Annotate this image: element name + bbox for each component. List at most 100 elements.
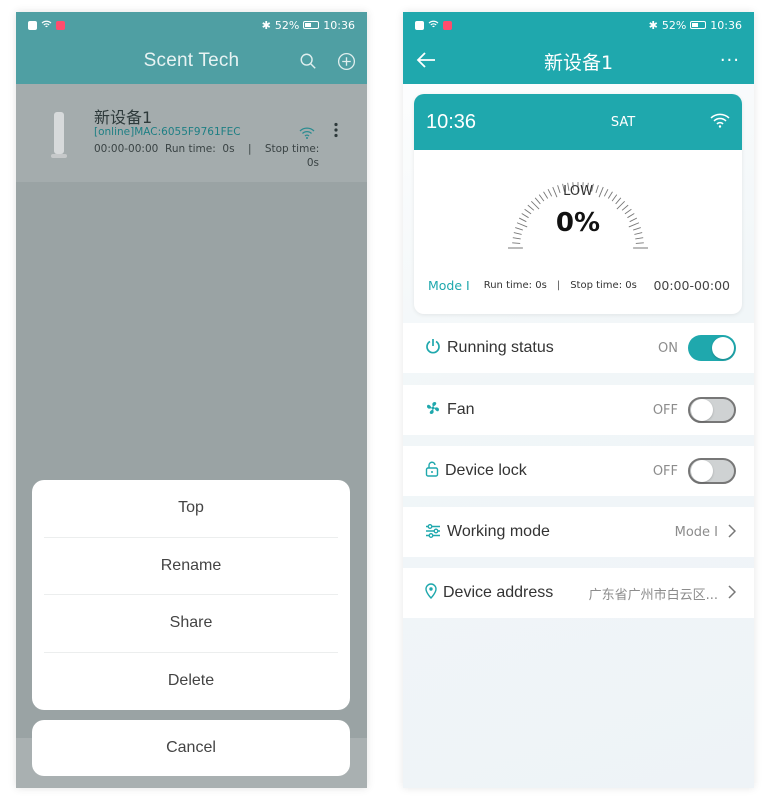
run-stop-separator: | [556, 280, 561, 291]
status-icons-right: ✱ 52% 10:36 [262, 19, 355, 32]
stop-time-label: Stop time: [264, 143, 320, 155]
battery-percent: 52% [274, 18, 300, 32]
bluetooth-icon: ✱ [261, 18, 271, 32]
toggle-knob [691, 399, 713, 421]
device-list-item[interactable]: 新设备1 [online]MAC:6055F9761FEC 00:00-00:0… [16, 84, 367, 182]
chevron-right-icon [728, 523, 737, 542]
left-phone-screen: ✱ 52% 10:36 Scent Tech 新设备1 [online]MAC:… [16, 12, 367, 788]
battery-icon [303, 21, 320, 29]
working-mode-current: Mode I [674, 524, 718, 540]
device-address-text: 广东省广州市白云区... [588, 587, 718, 603]
cancel-button[interactable]: Cancel [32, 720, 350, 776]
device-lock-row: Device lock OFF [403, 446, 754, 496]
running-status-value: ON [658, 335, 736, 361]
working-mode-label: Working mode [447, 523, 550, 540]
gauge-percent: 0% [555, 208, 601, 238]
sliders-icon [425, 523, 441, 542]
clock-day: SAT [610, 114, 636, 130]
action-sheet: Top Rename Share Delete [32, 480, 350, 710]
gauge-level-label: LOW [563, 184, 593, 199]
schedule-range: 00:00-00:00 [653, 278, 730, 293]
working-mode-value: Mode I [674, 523, 737, 542]
sheet-item-rename[interactable]: Rename [44, 538, 338, 595]
fan-icon [425, 400, 441, 420]
status-card: 10:36 SAT LOW 0% Mode I Run time: 0s | S… [414, 94, 742, 314]
unlock-icon [425, 461, 439, 481]
working-mode-row[interactable]: Working mode Mode I [403, 507, 754, 557]
stop-time-label: Stop time: [570, 280, 623, 291]
fan-value: OFF [653, 397, 736, 423]
device-address-value: 广东省广州市白云区... [588, 584, 737, 603]
more-vertical-icon[interactable] [333, 122, 339, 142]
app-notification-icon [443, 20, 452, 30]
device-schedule: 00:00-00:00 [94, 143, 159, 155]
app-title: Scent Tech [143, 50, 240, 71]
status-icons-left [28, 19, 65, 32]
more-horizontal-icon[interactable]: ··· [720, 50, 740, 71]
cancel-label: Cancel [166, 739, 216, 756]
right-phone-screen: ✱ 52% 10:36 新设备1 ··· 10:36 SAT LOW 0% Mo… [403, 12, 754, 788]
add-circle-icon[interactable] [335, 50, 357, 72]
back-arrow-icon[interactable] [415, 50, 437, 74]
status-time: 10:36 [710, 18, 742, 32]
running-status-toggle[interactable] [688, 335, 736, 361]
battery-percent: 52% [661, 18, 687, 32]
device-thumbnail [51, 112, 67, 158]
device-header: 新设备1 ··· [403, 38, 754, 84]
device-address-label: Device address [443, 584, 554, 601]
sheet-item-top[interactable]: Top [44, 480, 338, 538]
fan-state: OFF [652, 402, 678, 418]
fan-row: Fan OFF [403, 385, 754, 435]
run-time-value: 0s [535, 280, 547, 291]
notification-icon [415, 20, 424, 30]
run-stop-separator: | [247, 143, 252, 155]
header-actions [297, 50, 357, 72]
device-lock-toggle[interactable] [688, 458, 736, 484]
status-icons-left [415, 19, 452, 32]
device-name: 新设备1 [94, 108, 153, 127]
running-status-label: Running status [447, 339, 554, 356]
current-mode: Mode I [428, 278, 470, 293]
device-lock-state: OFF [652, 463, 678, 479]
stop-time-value: 0s [306, 157, 319, 169]
gauge-tick [635, 242, 644, 244]
notification-icon [28, 20, 37, 30]
toggle-knob [712, 337, 734, 359]
status-bar: ✱ 52% 10:36 [16, 12, 367, 38]
device-address-row[interactable]: Device address 广东省广州市白云区... [403, 568, 754, 618]
location-pin-icon [425, 583, 437, 603]
status-bar: ✱ 52% 10:36 [403, 12, 754, 38]
run-time-value: 0s [222, 143, 235, 155]
run-time-label: Run time: [165, 143, 216, 155]
running-status-state: ON [658, 340, 678, 356]
status-icons-right: ✱ 52% 10:36 [649, 19, 742, 32]
wifi-status-icon [41, 19, 52, 32]
app-header: Scent Tech [16, 38, 367, 84]
device-lock-label: Device lock [445, 462, 527, 479]
wifi-status-icon [428, 19, 439, 32]
battery-icon [690, 21, 707, 29]
device-status-mac: [online]MAC:6055F9761FEC [94, 126, 241, 138]
chevron-right-icon [728, 584, 737, 603]
bluetooth-icon: ✱ [648, 18, 658, 32]
status-time: 10:36 [323, 18, 355, 32]
device-lock-value: OFF [653, 458, 736, 484]
run-time-label: Run time: [483, 280, 533, 291]
search-icon[interactable] [297, 50, 319, 72]
wifi-icon [710, 113, 730, 132]
toggle-knob [691, 460, 713, 482]
sheet-item-share[interactable]: Share [44, 595, 338, 653]
stop-time-value: 0s [625, 280, 637, 291]
sheet-item-delete[interactable]: Delete [44, 653, 338, 711]
clock-time: 10:36 [426, 110, 477, 133]
fan-label: Fan [447, 401, 475, 418]
device-run-info: 00:00-00:00 Run time: 0s | Stop time: [94, 143, 319, 155]
app-notification-icon [56, 20, 65, 30]
status-card-footer: Mode I Run time: 0s | Stop time: 0s 00:0… [428, 278, 730, 293]
power-icon [425, 338, 441, 358]
wifi-icon [299, 124, 315, 143]
fan-toggle[interactable] [688, 397, 736, 423]
running-status-row: Running status ON [403, 323, 754, 373]
gauge-tick [512, 242, 521, 244]
device-title: 新设备1 [543, 51, 614, 74]
